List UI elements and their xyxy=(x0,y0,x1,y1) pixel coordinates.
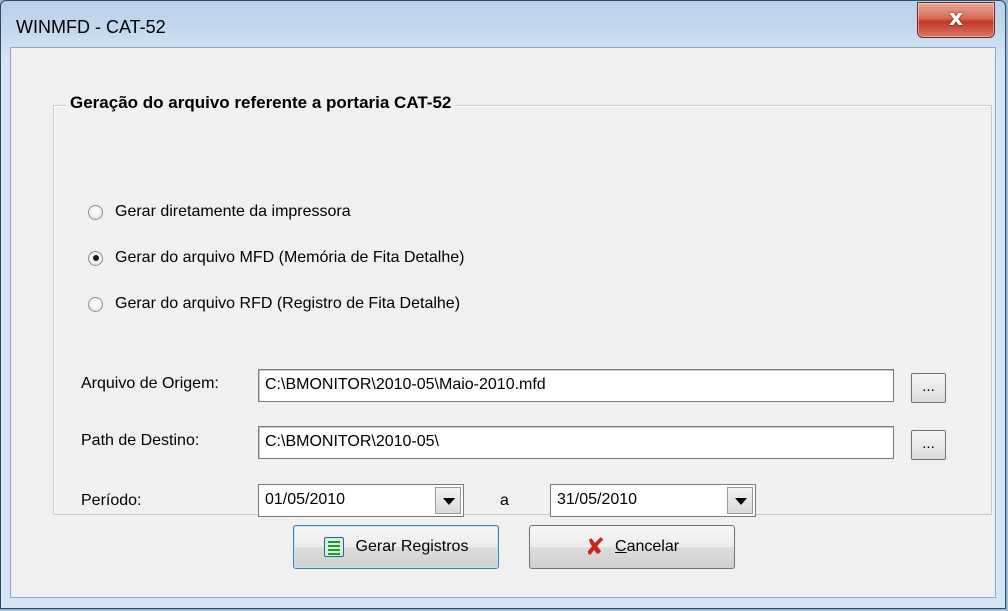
periodo-start-select[interactable]: 01/05/2010 xyxy=(258,484,464,517)
chevron-down-icon[interactable] xyxy=(727,487,753,514)
cancelar-label: Cancelar xyxy=(615,538,680,555)
radio-button[interactable] xyxy=(88,204,103,220)
radio-gerar-mfd[interactable]: Gerar do arquivo MFD (Memória de Fita De… xyxy=(88,246,464,270)
cat52-groupbox: Geração do arquivo referente a portaria … xyxy=(53,93,992,517)
x-icon: ✘ xyxy=(584,533,606,561)
window-title: WINMFD - CAT-52 xyxy=(16,17,166,37)
gerar-registros-label: Gerar Registros xyxy=(355,538,469,555)
cancelar-button[interactable]: ✘ Cancelar xyxy=(529,525,735,569)
periodo-label: Período: xyxy=(81,492,142,509)
destino-input[interactable]: C:\BMONITOR\2010-05\ xyxy=(258,426,894,459)
radio-label: Gerar do arquivo MFD (Memória de Fita De… xyxy=(115,249,465,266)
origem-input[interactable]: C:\BMONITOR\2010-05\Maio-2010.mfd xyxy=(258,369,894,402)
periodo-end-value: 31/05/2010 xyxy=(557,491,638,508)
radio-button-checked[interactable] xyxy=(88,250,103,266)
dialog-client-area: Geração do arquivo referente a portaria … xyxy=(10,47,996,598)
gerar-registros-button[interactable]: Gerar Registros xyxy=(293,525,499,569)
title-bar[interactable]: WINMFD - CAT-52 x xyxy=(1,1,1005,47)
periodo-start-value: 01/05/2010 xyxy=(265,491,346,508)
radio-label: Gerar do arquivo RFD (Registro de Fita D… xyxy=(115,295,461,312)
origem-browse-button[interactable]: ... xyxy=(911,373,946,403)
dialog-window: WINMFD - CAT-52 x Geração do arquivo ref… xyxy=(0,0,1006,609)
periodo-end-select[interactable]: 31/05/2010 xyxy=(550,484,756,517)
list-icon xyxy=(323,537,344,557)
chevron-down-icon[interactable] xyxy=(435,487,461,514)
destino-label: Path de Destino: xyxy=(81,432,200,449)
destino-browse-button[interactable]: ... xyxy=(911,430,946,460)
origem-label: Arquivo de Origem: xyxy=(81,375,219,392)
radio-gerar-impressora[interactable]: Gerar diretamente da impressora xyxy=(88,200,351,224)
radio-button[interactable] xyxy=(88,296,103,312)
groupbox-title: Geração do arquivo referente a portaria … xyxy=(66,93,456,113)
close-button[interactable]: x xyxy=(917,2,995,38)
periodo-separator: a xyxy=(500,492,509,509)
radio-label: Gerar diretamente da impressora xyxy=(115,203,351,220)
close-icon: x xyxy=(948,6,964,31)
radio-gerar-rfd[interactable]: Gerar do arquivo RFD (Registro de Fita D… xyxy=(88,292,460,316)
